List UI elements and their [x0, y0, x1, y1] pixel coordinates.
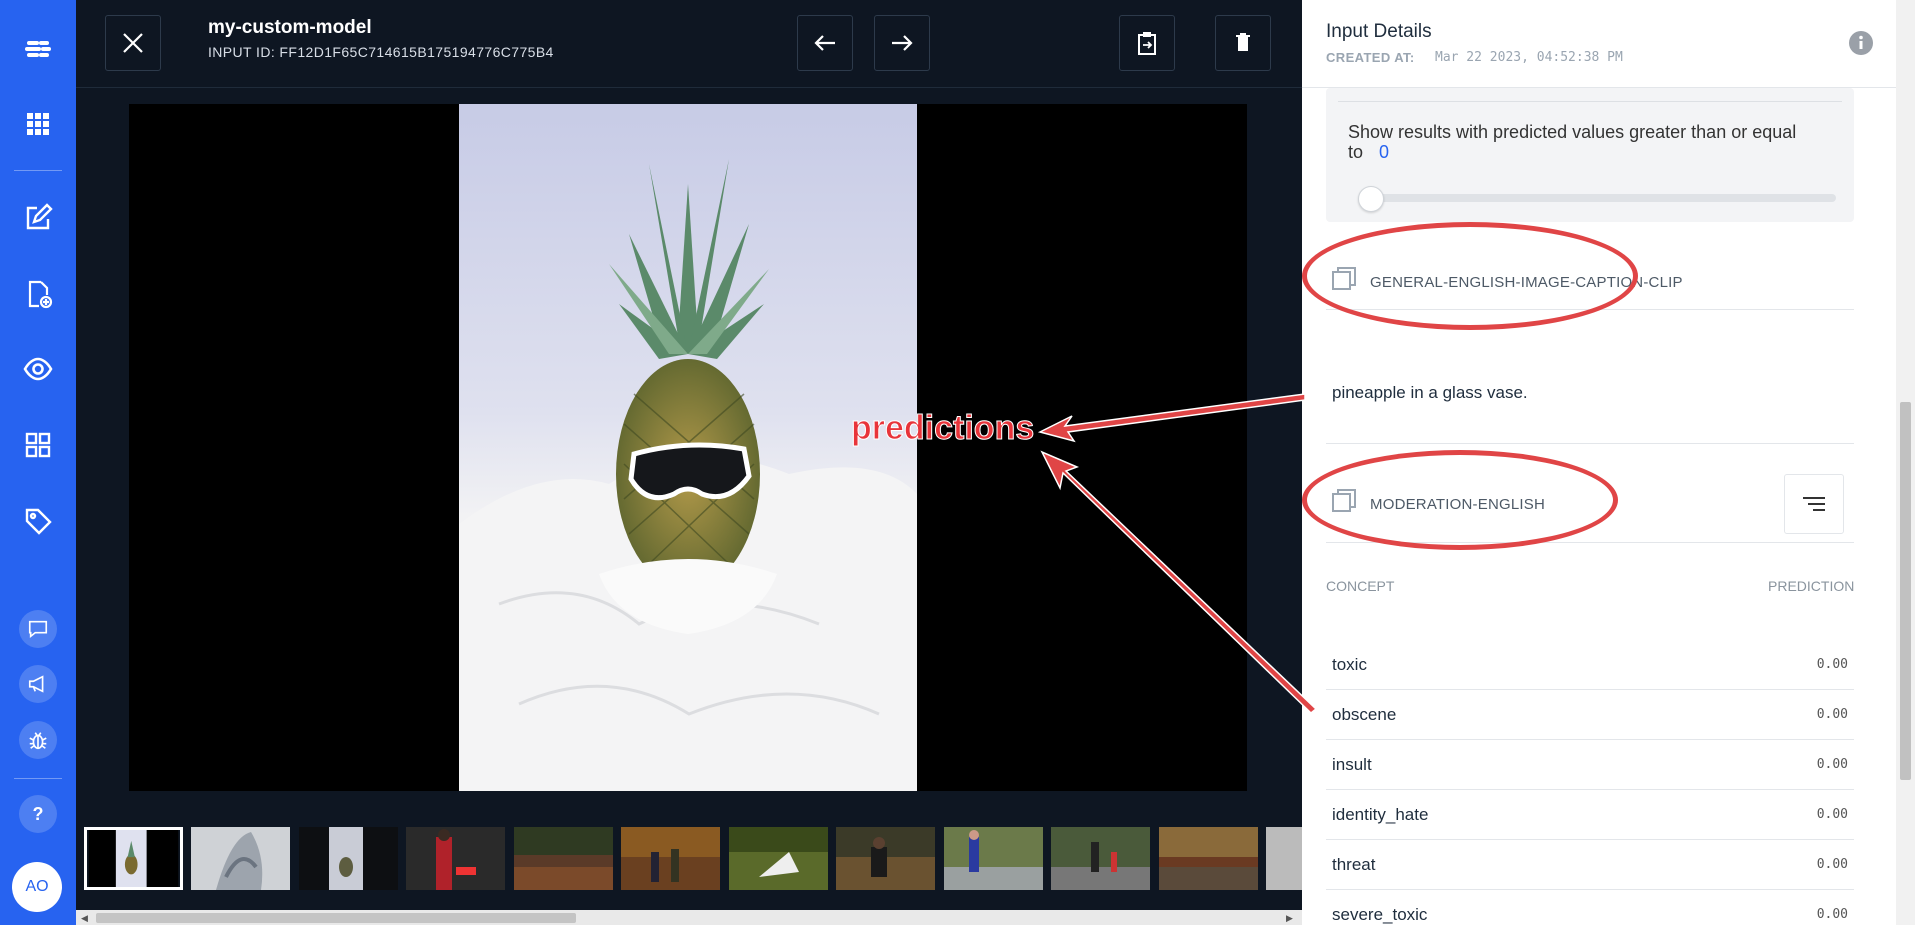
- annotation-label: predictions: [850, 409, 1035, 448]
- arrow-to-caption: [1037, 393, 1306, 443]
- arrow-to-moderation: [1040, 450, 1318, 714]
- annotation-arrows: [1037, 393, 1318, 714]
